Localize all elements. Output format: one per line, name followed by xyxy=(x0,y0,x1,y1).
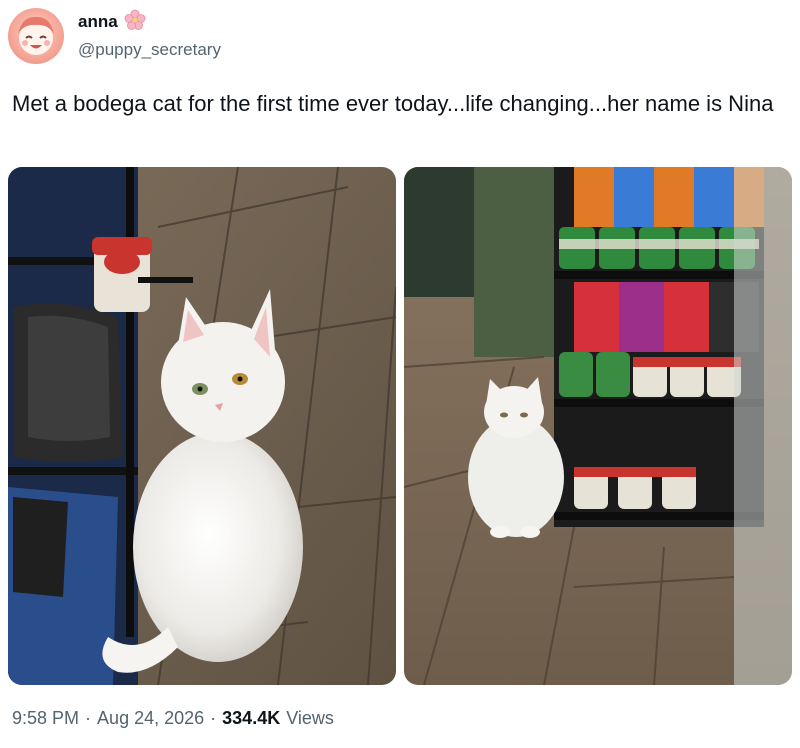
author-handle[interactable]: @puppy_secretary xyxy=(78,40,221,60)
tweet-date[interactable]: Aug 24, 2026 xyxy=(97,708,204,729)
meta-separator: · xyxy=(85,708,92,728)
white-cat-closeup-photo[interactable] xyxy=(8,167,396,685)
author-display-name[interactable]: anna xyxy=(78,12,118,32)
views-label[interactable]: Views xyxy=(286,708,334,729)
avatar[interactable] xyxy=(8,8,64,64)
meta-separator: · xyxy=(210,708,217,728)
tweet-time[interactable]: 9:58 PM xyxy=(12,708,79,729)
tweet-meta: 9:58 PM · Aug 24, 2026 · 334.4K Views xyxy=(12,708,334,729)
cherry-blossom-icon xyxy=(124,9,146,36)
views-count[interactable]: 334.4K xyxy=(222,708,280,729)
author-block: anna @puppy_secretary xyxy=(78,9,221,60)
tweet-text: Met a bodega cat for the first time ever… xyxy=(12,91,774,116)
white-cat-store-shelf-photo[interactable] xyxy=(404,167,792,685)
